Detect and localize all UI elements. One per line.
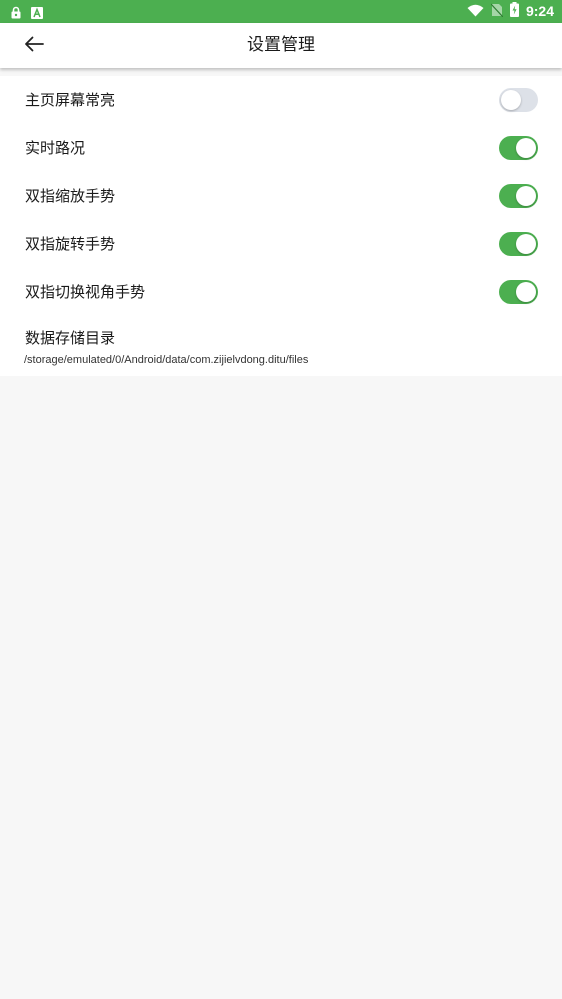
data-directory-path: /storage/emulated/0/Android/data/com.zij… <box>24 354 309 366</box>
app-bar: 设置管理 <box>0 23 562 68</box>
a-icon <box>31 4 43 23</box>
setting-row-live-traffic: 实时路况 <box>0 124 562 172</box>
toggle-knob <box>516 282 536 302</box>
setting-label: 双指缩放手势 <box>25 187 116 205</box>
toggle-knob <box>516 138 536 158</box>
no-sim-icon <box>490 2 504 21</box>
setting-label: 主页屏幕常亮 <box>25 91 116 109</box>
wifi-icon <box>467 2 484 21</box>
live-traffic-toggle[interactable] <box>499 136 538 160</box>
status-time: 9:24 <box>525 3 554 19</box>
page-title: 设置管理 <box>247 35 315 55</box>
status-bar: 9:24 <box>0 0 562 23</box>
settings-list: 主页屏幕常亮 实时路况 双指缩放手势 双指旋转手势 双指切换视角手势 数据存储目… <box>0 76 562 376</box>
lock-icon <box>11 4 21 23</box>
two-finger-rotate-toggle[interactable] <box>499 232 538 256</box>
toggle-knob <box>516 186 536 206</box>
status-left-icons <box>11 4 43 23</box>
toggle-knob <box>501 90 521 110</box>
battery-charging-icon <box>509 2 519 21</box>
two-finger-tilt-toggle[interactable] <box>499 280 538 304</box>
status-right-icons: 9:24 <box>467 2 554 21</box>
setting-row-two-finger-rotate: 双指旋转手势 <box>0 220 562 268</box>
setting-label: 实时路况 <box>25 139 86 157</box>
setting-row-pinch-zoom: 双指缩放手势 <box>0 172 562 220</box>
toggle-knob <box>516 234 536 254</box>
setting-label: 双指旋转手势 <box>25 235 116 253</box>
arrow-left-icon <box>24 36 44 56</box>
setting-label: 双指切换视角手势 <box>25 283 146 301</box>
setting-row-two-finger-tilt: 双指切换视角手势 <box>0 268 562 316</box>
data-directory-row[interactable]: 数据存储目录 /storage/emulated/0/Android/data/… <box>0 326 562 376</box>
back-button[interactable] <box>20 32 48 60</box>
data-directory-title: 数据存储目录 <box>25 329 116 347</box>
keep-screen-on-toggle[interactable] <box>499 88 538 112</box>
pinch-zoom-toggle[interactable] <box>499 184 538 208</box>
setting-row-keep-screen-on: 主页屏幕常亮 <box>0 76 562 124</box>
